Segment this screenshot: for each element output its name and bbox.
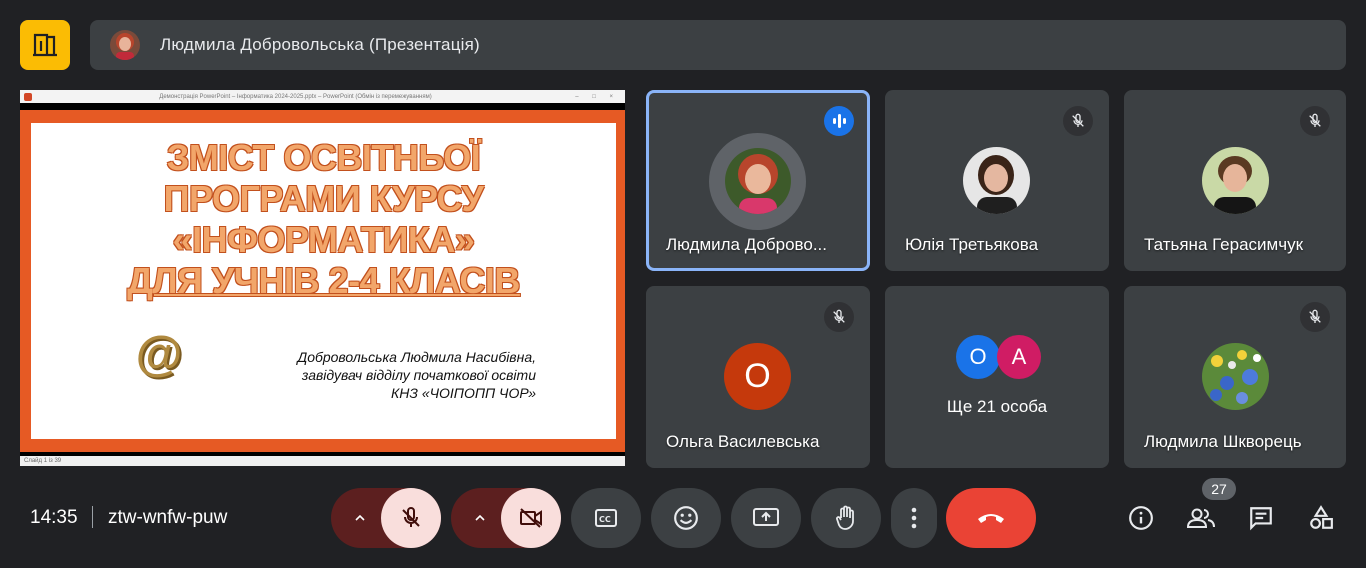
people-icon [1186,508,1215,528]
door-icon [33,33,57,57]
participant-tile[interactable]: Татьяна Герасимчук [1124,90,1346,271]
chevron-up-icon [355,514,365,521]
camera-toggle-button[interactable] [501,488,561,548]
window-title-bar: Демонстрація PowerPoint – Інформатика 20… [20,90,625,103]
slide-stage: ЗМІСТ ОСВІТНЬОЇ ПРОГРАМИ КУРСУ «ІНФОРМАТ… [20,110,625,452]
people-button[interactable] [1181,498,1221,538]
divider [92,506,93,528]
more-options-button[interactable] [891,488,937,548]
hand-icon [836,505,854,530]
more-vert-icon [911,507,917,529]
info-icon [1129,506,1153,530]
mic-off-icon [824,302,854,332]
avatar [1202,343,1269,410]
participant-tile[interactable]: Людмила Шкворець [1124,286,1346,468]
presenter-avatar [110,30,140,60]
present-screen-button[interactable] [731,488,801,548]
participant-name: Людмила Доброво... [666,235,828,254]
meet-logo [20,20,70,70]
speaking-indicator-icon [824,106,854,136]
avatar-letter: А [997,335,1041,379]
leave-call-button[interactable] [946,488,1036,548]
participant-name: Людмила Шкворець [1144,432,1302,451]
at-sign-logo: @ [135,328,183,381]
people-count-badge: 27 [1202,478,1236,500]
phone-hangup-icon [978,514,1004,523]
powerpoint-icon [24,92,32,101]
others-count: Ще 21 особа [946,397,1048,416]
participant-tile[interactable]: Юлія Третьякова [885,90,1109,271]
mic-off-icon [1063,106,1093,136]
present-screen-icon [753,508,779,526]
slide-author: Добровольська Людмила Насибівна, завідув… [297,348,536,402]
avatar [725,148,791,214]
clock: 14:35 [30,507,78,528]
svg-text:CC: CC [599,515,611,524]
mic-off-icon [1300,302,1330,332]
camera-off-icon [520,508,542,528]
meeting-details-button[interactable] [1121,498,1161,538]
captions-button[interactable]: CC [571,488,641,548]
author-line: Добровольська Людмила Насибівна, [297,349,536,365]
presentation-title: Людмила Добровольська (Презентація) [160,35,480,54]
chat-button[interactable] [1241,498,1281,538]
mic-off-icon [402,507,420,527]
emoji-icon [674,506,698,530]
window-controls: – □ × [575,93,619,100]
shared-screen[interactable]: Демонстрація PowerPoint – Інформатика 20… [20,90,625,466]
mic-toggle-button[interactable] [381,488,441,548]
activities-icon [1310,505,1333,529]
others-tile[interactable]: О А Ще 21 особа [885,286,1109,468]
participant-tile[interactable]: Людмила Доброво... [646,90,870,271]
slide-title-line: ДЛЯ УЧНІВ 2-4 КЛАСІВ [127,260,520,301]
chevron-up-icon [475,514,485,521]
captions-icon: CC [595,509,617,527]
meeting-code[interactable]: ztw-wnfw-puw [108,507,227,529]
reactions-button[interactable] [651,488,721,548]
participant-tile[interactable]: О Ольга Василевська [646,286,870,468]
presenter-bar[interactable]: Людмила Добровольська (Презентація) [90,20,1346,70]
participant-name: Ольга Василевська [666,432,820,451]
mic-off-icon [1300,106,1330,136]
participant-name: Юлія Третьякова [905,235,1039,254]
slide-title-line: ЗМІСТ ОСВІТНЬОЇ [166,137,481,178]
slide-counter: Слайд 1 із 39 [24,458,62,464]
slide: ЗМІСТ ОСВІТНЬОЇ ПРОГРАМИ КУРСУ «ІНФОРМАТ… [31,123,616,439]
author-line: завідувач відділу початкової освіти [301,367,536,383]
chat-icon [1250,507,1272,531]
raise-hand-button[interactable] [811,488,881,548]
author-line: КНЗ «ЧОІПОПП ЧОР» [390,385,536,401]
window-title: Демонстрація PowerPoint – Інформатика 20… [159,93,432,100]
avatar [963,147,1030,214]
activities-button[interactable] [1301,498,1341,538]
slide-title-line: ПРОГРАМИ КУРСУ [163,178,484,219]
participant-name: Татьяна Герасимчук [1144,235,1304,254]
avatar-letter: О [956,335,1000,379]
avatar [1202,147,1269,214]
powerpoint-status-bar: Слайд 1 із 39 [20,456,625,466]
slide-title-line: «ІНФОРМАТИКА» [172,219,475,260]
avatar-letter: О [724,343,791,410]
